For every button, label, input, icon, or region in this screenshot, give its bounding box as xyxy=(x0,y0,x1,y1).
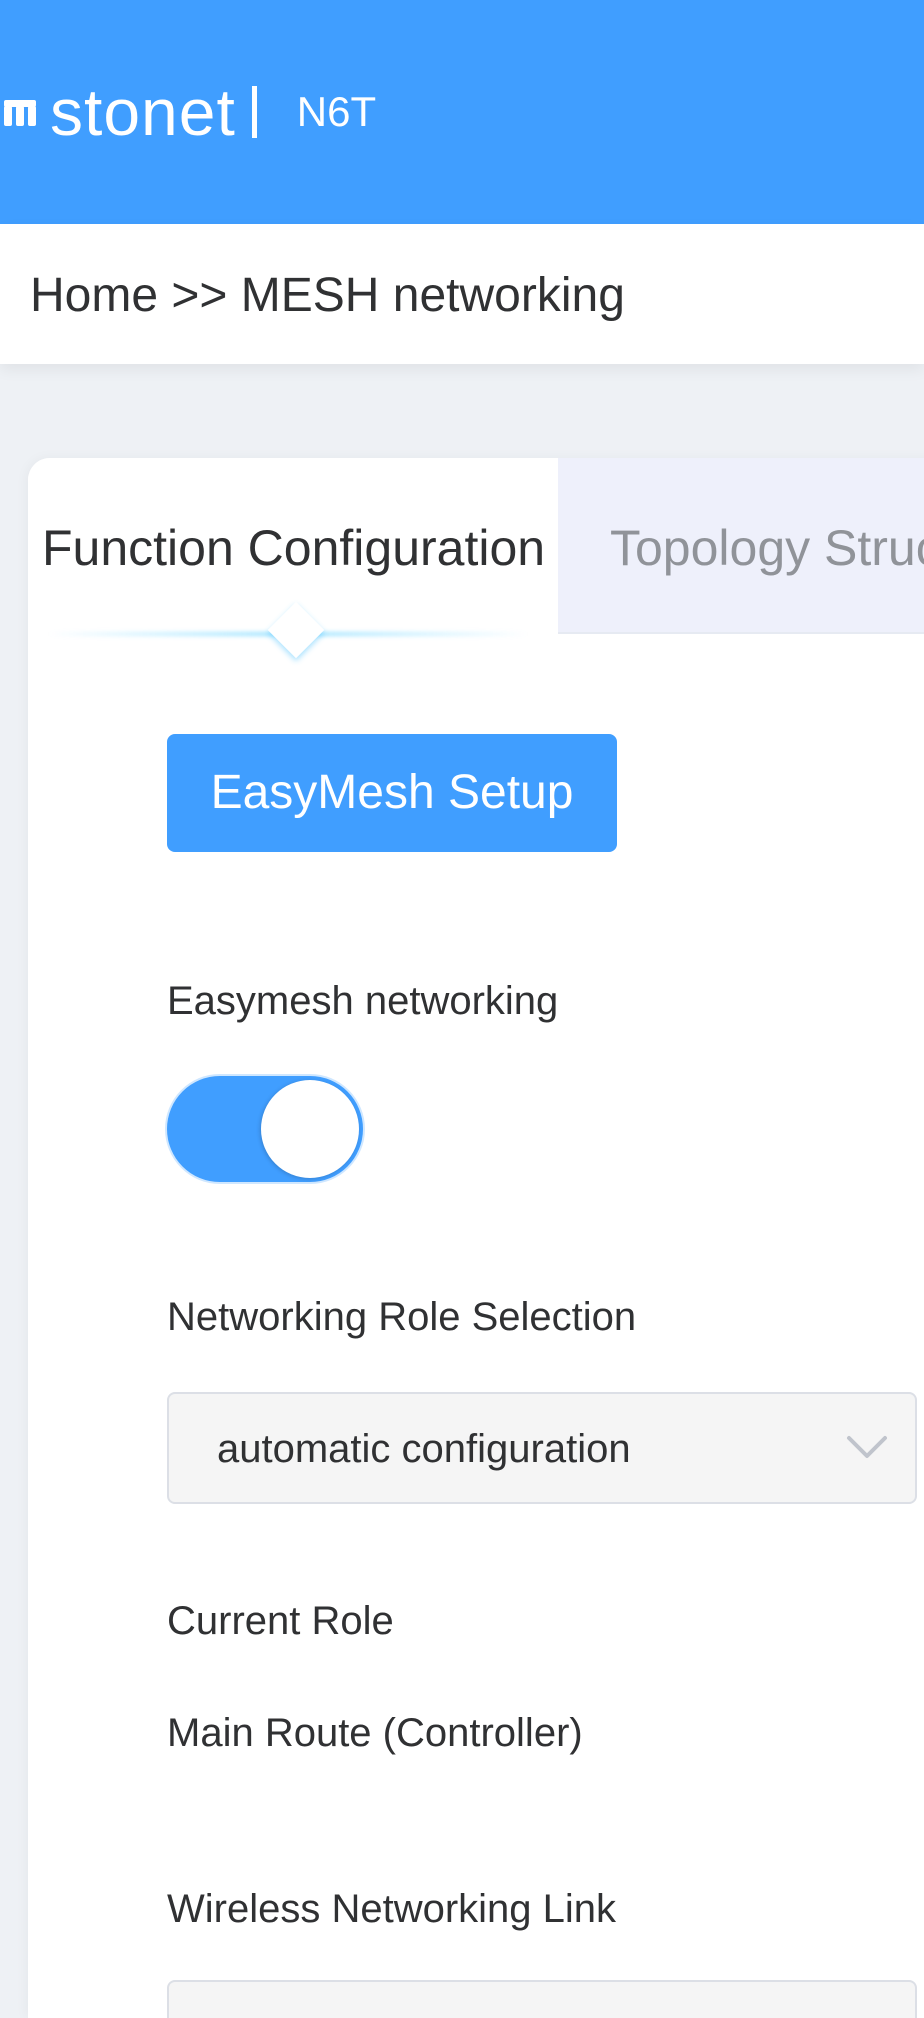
breadcrumb: Home >> MESH networking xyxy=(30,269,625,322)
easymesh-setup-button[interactable]: EasyMesh Setup xyxy=(167,734,617,852)
wireless-link-dropdown[interactable] xyxy=(167,1980,917,2018)
easymesh-toggle[interactable] xyxy=(167,1076,363,1182)
tab-topology-structure[interactable]: Topology Struc xyxy=(558,458,924,632)
top-header: stonet N6T xyxy=(0,0,924,224)
role-selection-value: automatic configuration xyxy=(217,1427,631,1471)
current-role-label: Current Role xyxy=(167,1599,394,1643)
device-model: N6T xyxy=(296,88,377,135)
toggle-knob xyxy=(261,1080,359,1178)
easymesh-networking-label: Easymesh networking xyxy=(167,979,559,1023)
current-role-value: Main Route (Controller) xyxy=(167,1711,583,1755)
chevron-down-icon xyxy=(845,1432,889,1462)
role-selection-dropdown[interactable]: automatic configuration xyxy=(167,1392,917,1504)
tab-label: Topology Struc xyxy=(610,520,924,576)
tab-bar: Function Configuration Topology Struc xyxy=(28,458,924,659)
brand-divider xyxy=(251,86,257,138)
role-selection-label: Networking Role Selection xyxy=(167,1295,637,1339)
wireless-link-label: Wireless Networking Link xyxy=(167,1887,617,1931)
brand-name: stonet xyxy=(50,75,236,149)
brand-logo[interactable]: stonet N6T xyxy=(0,72,376,152)
breadcrumb-bar: Home >> MESH networking xyxy=(0,224,924,364)
stonet-logo-icon xyxy=(0,92,40,132)
mesh-config-card: Function Configuration Topology Struc Ea… xyxy=(28,458,924,2018)
tab-label: Function Configuration xyxy=(42,520,546,576)
